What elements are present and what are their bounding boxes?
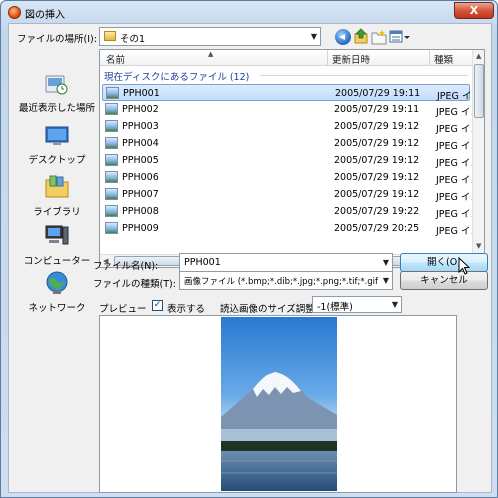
views-icon[interactable] (389, 29, 411, 45)
desktop-icon (45, 126, 69, 145)
file-name: PPH007 (122, 189, 159, 200)
file-date: 2005/07/29 19:12 (334, 121, 420, 132)
dialog-body: ファイルの場所(I): その1 ▼ 最近表示した場所 デスクトップ ライブラリ … (8, 23, 492, 493)
chevron-down-icon[interactable]: ▼ (383, 258, 389, 267)
app-icon (8, 6, 21, 19)
file-date: 2005/07/29 19:12 (334, 189, 420, 200)
new-folder-icon[interactable] (371, 29, 387, 45)
place-label: デスクトップ (28, 155, 86, 166)
chevron-down-icon[interactable]: ▼ (383, 276, 389, 285)
preview-image (221, 317, 337, 491)
jpeg-file-icon (105, 137, 118, 149)
file-row[interactable]: PPH003 2005/07/29 19:12 JPEG イメ- (102, 118, 483, 135)
jpeg-file-icon (105, 222, 118, 234)
size-adjust-label: 読込画像のサイズ調整: (220, 304, 318, 315)
file-row[interactable]: PPH005 2005/07/29 19:12 JPEG イメ- (102, 152, 483, 169)
file-name: PPH006 (122, 172, 159, 183)
chevron-down-icon: ▼ (391, 300, 398, 309)
column-type[interactable]: 種類 (434, 52, 453, 66)
size-adjust-value: -1(標準) (317, 302, 353, 313)
file-row[interactable]: PPH001 2005/07/29 19:11 JPEG イメ- (102, 84, 484, 102)
file-row[interactable]: PPH008 2005/07/29 19:22 JPEG イメ- (102, 203, 483, 220)
close-button[interactable]: X (454, 2, 494, 19)
file-row[interactable]: PPH009 2005/07/29 20:25 JPEG イメ- (102, 220, 483, 237)
file-name: PPH002 (122, 104, 159, 115)
file-date: 2005/07/29 19:12 (334, 172, 420, 183)
mouse-cursor-icon (458, 257, 471, 275)
scroll-down-icon[interactable]: ▼ (476, 242, 481, 250)
column-name[interactable]: 名前 (106, 52, 125, 66)
open-button[interactable]: 開く(O) (400, 253, 488, 272)
filename-value: PPH001 (184, 257, 221, 268)
show-preview-checkbox[interactable]: ✓ (152, 300, 163, 311)
file-name: PPH009 (122, 223, 159, 234)
file-list-header: 名前 ▲ 更新日時 種類 (100, 50, 472, 66)
chevron-down-icon: ▼ (310, 32, 317, 41)
jpeg-file-icon (105, 120, 118, 132)
filename-label: ファイル名(N): (93, 261, 159, 272)
column-separator[interactable] (429, 50, 430, 66)
group-header: 現在ディスクにあるファイル (12) (104, 72, 250, 83)
file-row[interactable]: PPH006 2005/07/29 19:12 JPEG イメ- (102, 169, 483, 186)
filetype-label: ファイルの種類(T): (93, 279, 176, 290)
column-date[interactable]: 更新日時 (332, 52, 370, 66)
size-adjust-select[interactable]: -1(標準) ▼ (312, 296, 402, 313)
place-label: ネットワーク (28, 303, 86, 314)
filename-input[interactable]: PPH001 ▼ (179, 253, 393, 272)
preview-pane (99, 315, 457, 493)
file-date: 2005/07/29 19:22 (334, 206, 420, 217)
window-title: 図の挿入 (25, 10, 65, 21)
preview-label: プレビュー (99, 304, 147, 315)
file-name: PPH004 (122, 138, 159, 149)
filetype-select[interactable]: 画像ファイル (*.bmp;*.dib;*.jpg;*.png;*.tif;*.… (179, 271, 393, 290)
place-label: 最近表示した場所 (18, 103, 95, 114)
file-name: PPH005 (122, 155, 159, 166)
folder-icon (104, 31, 116, 41)
places-bar: 最近表示した場所 デスクトップ ライブラリ コンピューター ネットワーク (17, 70, 95, 314)
file-name: PPH008 (122, 206, 159, 217)
place-label: コンピューター (23, 256, 91, 267)
file-row[interactable]: PPH007 2005/07/29 19:12 JPEG イメ- (102, 186, 483, 203)
file-list[interactable]: 名前 ▲ 更新日時 種類 現在ディスクにあるファイル (12) PPH001 2… (99, 49, 485, 268)
cancel-button[interactable]: キャンセル (400, 271, 488, 290)
up-folder-icon[interactable] (353, 28, 369, 44)
jpeg-file-icon (105, 103, 118, 115)
file-name: PPH001 (123, 88, 160, 99)
file-date: 2005/07/29 19:12 (334, 138, 420, 149)
location-combo[interactable]: その1 ▼ (99, 27, 321, 46)
file-row[interactable]: PPH004 2005/07/29 19:12 JPEG イメ- (102, 135, 483, 152)
file-date: 2005/07/29 20:25 (334, 223, 420, 234)
scroll-up-icon[interactable]: ▲ (476, 52, 481, 60)
file-date: 2005/07/29 19:11 (335, 88, 421, 99)
jpeg-file-icon (106, 87, 119, 99)
recent-places-icon (45, 75, 68, 95)
jpeg-file-icon (105, 205, 118, 217)
group-divider (260, 75, 468, 76)
filetype-value: 画像ファイル (*.bmp;*.dib;*.jpg;*.png;*.tif;*.… (184, 277, 378, 287)
show-preview-label: 表示する (167, 304, 206, 315)
file-row[interactable]: PPH002 2005/07/29 19:11 JPEG イメ- (102, 101, 483, 118)
file-date: 2005/07/29 19:12 (334, 155, 420, 166)
libraries-icon (45, 175, 69, 198)
insert-picture-dialog: 図の挿入 X ファイルの場所(I): その1 ▼ 最近表示した場所 デスクトップ… (0, 0, 498, 498)
network-icon (46, 271, 68, 294)
file-name: PPH003 (122, 121, 159, 132)
vertical-scroll-thumb[interactable] (474, 64, 484, 118)
jpeg-file-icon (105, 171, 118, 183)
column-separator[interactable] (327, 50, 328, 66)
back-icon[interactable] (335, 29, 351, 45)
title-bar[interactable]: 図の挿入 X (1, 1, 497, 23)
location-value: その1 (120, 34, 146, 45)
sort-ascending-icon: ▲ (208, 50, 214, 58)
computer-icon (45, 225, 69, 245)
location-label: ファイルの場所(I): (17, 34, 97, 45)
place-label: ライブラリ (33, 207, 81, 218)
vertical-scrollbar[interactable]: ▲ ▼ (472, 50, 484, 254)
jpeg-file-icon (105, 188, 118, 200)
file-date: 2005/07/29 19:11 (334, 104, 420, 115)
jpeg-file-icon (105, 154, 118, 166)
